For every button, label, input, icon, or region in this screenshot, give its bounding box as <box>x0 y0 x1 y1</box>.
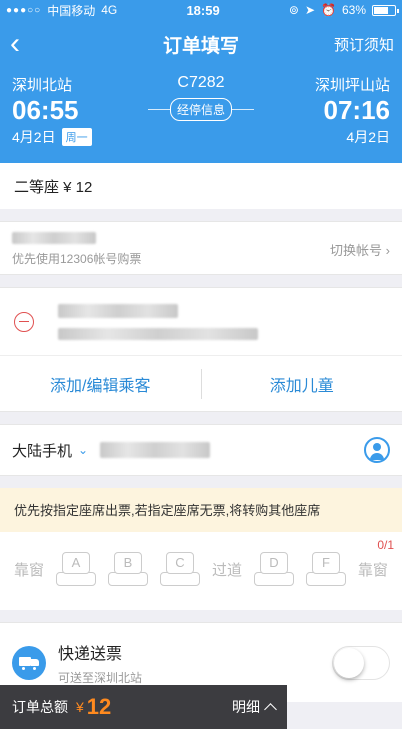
seat-count: 0/1 <box>377 538 394 552</box>
chevron-up-icon <box>264 702 277 716</box>
remove-passenger-icon[interactable] <box>14 311 34 332</box>
arrival: 深圳坪山站 07:16 4月2日 <box>270 74 390 147</box>
switch-account-button[interactable]: 切换帐号 › <box>330 240 390 259</box>
seat-c-button[interactable]: C <box>159 552 200 586</box>
window-label-left: 靠窗 <box>14 561 45 579</box>
departure-date: 4月2日 <box>12 129 56 145</box>
seat-class: 二等座 ¥ 12 <box>0 163 402 209</box>
arrival-station: 深圳坪山站 <box>314 77 390 94</box>
delivery-title: 快递送票 <box>58 645 123 663</box>
status-bar: ●●●○○ 中国移动 4G 18:59 ⊚ ➤ ⏰ 63% <box>0 0 402 20</box>
stops-info-button[interactable]: 经停信息 <box>169 98 232 121</box>
contact-phone-row: 大陆手机 ⌄ <box>0 424 402 476</box>
passenger-row <box>0 288 402 356</box>
carrier-label: 中国移动 <box>47 3 96 18</box>
total-amount: 12 <box>86 694 112 719</box>
battery-icon <box>372 4 399 16</box>
delivery-subtitle: 可送至深圳北站 <box>58 670 143 685</box>
phone-number-redacted[interactable] <box>100 442 211 458</box>
weekday-badge: 周一 <box>61 128 92 146</box>
back-icon[interactable]: ‹ <box>10 27 50 61</box>
arrival-date: 4月2日 <box>346 129 390 145</box>
nav-bar: ‹ 订单填写 预订须知 <box>0 20 402 68</box>
seat-notice: 优先按指定座席出票,若指定座席无票,将转购其他座席 <box>0 488 402 532</box>
currency-symbol: ¥ <box>76 699 84 715</box>
arrival-time: 07:16 <box>323 95 391 125</box>
departure: 深圳北站 06:55 4月2日 周一 <box>12 74 132 147</box>
passenger-section: 添加/编辑乘客 添加儿童 <box>0 287 402 412</box>
network-label: 4G <box>101 3 118 17</box>
header: ●●●○○ 中国移动 4G 18:59 ⊚ ➤ ⏰ 63% ‹ 订单填写 预订须… <box>0 0 402 163</box>
chevron-right-icon: › <box>385 243 390 258</box>
delivery-toggle[interactable] <box>332 645 390 680</box>
booking-notice-button[interactable]: 预订须知 <box>334 34 394 55</box>
clock: 18:59 <box>186 2 220 18</box>
seat-f-button[interactable]: F <box>305 552 346 586</box>
departure-station: 深圳北站 <box>12 77 73 94</box>
location-icon: ➤ <box>304 3 316 17</box>
alarm-icon: ⏰ <box>321 3 336 17</box>
truck-icon <box>12 645 46 680</box>
aisle-label: 过道 <box>211 561 242 579</box>
detail-button[interactable]: 明细 <box>232 697 277 717</box>
seat-b-button[interactable]: B <box>107 552 148 586</box>
add-edit-passenger-button[interactable]: 添加/编辑乘客 <box>0 372 201 396</box>
passenger-name-redacted <box>58 303 178 318</box>
train-info: 深圳北站 06:55 4月2日 周一 C7282 经停信息 深圳坪山站 07:1… <box>0 68 402 147</box>
total-label: 订单总额 <box>12 699 68 715</box>
order-total-bar: 订单总额 ¥ 12 明细 <box>0 685 287 729</box>
signal-icon: ●●●○○ <box>6 4 42 16</box>
add-child-button[interactable]: 添加儿童 <box>202 372 402 396</box>
seat-d-button[interactable]: D <box>253 552 294 586</box>
account-name-redacted <box>12 232 96 244</box>
battery-percent: 63% <box>341 3 366 17</box>
seat-selector: 0/1 靠窗 A B C 过道 D F 靠窗 <box>0 532 402 610</box>
account-section: 优先使用12306帐号购票 切换帐号 › <box>0 221 402 275</box>
chevron-down-icon[interactable]: ⌄ <box>78 443 88 457</box>
contact-book-icon[interactable] <box>364 437 390 463</box>
passenger-id-redacted <box>58 327 258 340</box>
train-number: C7282 <box>177 74 225 91</box>
orientation-lock-icon: ⊚ <box>288 3 299 17</box>
seat-a-button[interactable]: A <box>56 552 96 586</box>
phone-region-select[interactable]: 大陆手机 <box>12 440 72 461</box>
window-label-right: 靠窗 <box>357 561 388 579</box>
departure-time: 06:55 <box>12 95 79 125</box>
